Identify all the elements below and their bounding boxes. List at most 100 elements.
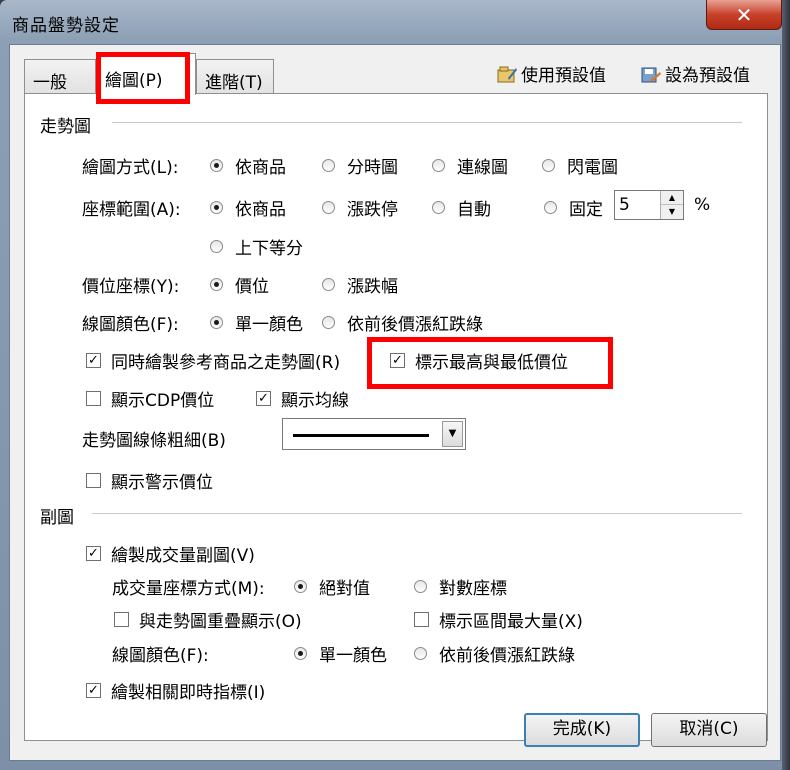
checkbox-empty-icon xyxy=(86,473,101,488)
draw-ref-checkbox[interactable]: ✓ 同時繪製參考商品之走勢圖(R) xyxy=(86,348,340,373)
radio-label: 對數座標 xyxy=(439,579,507,599)
checkmark-icon: ✓ xyxy=(86,683,101,698)
radio-dot xyxy=(542,159,555,172)
checkmark-icon: ✓ xyxy=(86,546,101,561)
draw-mode-by-product[interactable]: 依商品 xyxy=(210,153,286,178)
vol-coord-label: 成交量座標方式(M): xyxy=(112,579,265,599)
close-icon: ✕ xyxy=(735,3,753,27)
stepper-arrows: ▲ ▼ xyxy=(660,191,683,219)
coord-range-auto[interactable]: 自動 xyxy=(432,195,491,220)
radio-dot xyxy=(210,240,223,253)
price-coord-change[interactable]: 漲跌幅 xyxy=(322,272,398,297)
radio-dot xyxy=(210,159,223,172)
sub-group-divider xyxy=(92,513,742,514)
mark-max-volume-checkbox[interactable]: 標示區間最大量(X) xyxy=(414,607,583,632)
radio-dot xyxy=(322,159,335,172)
draw-mode-line[interactable]: 連線圖 xyxy=(432,153,508,178)
coord-range-limit[interactable]: 漲跌停 xyxy=(322,195,398,220)
radio-dot xyxy=(322,316,335,329)
fixed-range-stepper[interactable]: ▲ ▼ xyxy=(614,190,684,220)
vol-coord-absolute[interactable]: 絕對值 xyxy=(294,574,370,599)
checkbox-label: 顯示均線 xyxy=(281,391,349,411)
radio-dot xyxy=(294,647,307,660)
checkmark-icon: ✓ xyxy=(390,353,405,368)
chevron-down-icon[interactable]: ▼ xyxy=(442,421,463,447)
stepper-up-icon[interactable]: ▲ xyxy=(661,191,683,205)
radio-dot xyxy=(414,580,427,593)
checkbox-label: 標示最高與最低價位 xyxy=(415,353,568,373)
radio-dot xyxy=(322,278,335,291)
set-default-label: 設為預設值 xyxy=(665,66,750,86)
checkmark-icon: ✓ xyxy=(86,353,101,368)
radio-label: 分時圖 xyxy=(347,158,398,178)
line-color-updown[interactable]: 依前後價漲紅跌綠 xyxy=(322,310,483,335)
radio-label: 依前後價漲紅跌綠 xyxy=(439,646,575,666)
radio-dot xyxy=(210,201,223,214)
vol-coord-log[interactable]: 對數座標 xyxy=(414,574,507,599)
checkbox-label: 顯示CDP價位 xyxy=(111,391,215,411)
radio-label: 上下等分 xyxy=(235,239,303,259)
tab-general[interactable]: 一般(D) xyxy=(24,59,96,113)
ok-button[interactable]: 完成(K) xyxy=(524,713,640,747)
trend-group-divider xyxy=(112,122,742,123)
radio-dot xyxy=(544,201,557,214)
tab-drawing[interactable]: 繪圖(P) xyxy=(96,53,196,95)
cancel-button[interactable]: 取消(C) xyxy=(651,713,767,747)
checkbox-empty-icon xyxy=(414,612,429,627)
price-coord-price[interactable]: 價位 xyxy=(210,272,269,297)
radio-dot xyxy=(210,316,223,329)
show-avg-checkbox[interactable]: ✓ 顯示均線 xyxy=(256,386,349,411)
overlay-checkbox[interactable]: 與走勢圖重疊顯示(O) xyxy=(114,607,302,632)
mark-high-low-checkbox[interactable]: ✓ 標示最高與最低價位 xyxy=(390,348,568,373)
draw-mode-label: 繪圖方式(L): xyxy=(82,158,179,178)
radio-label: 價位 xyxy=(235,277,269,297)
line-color-single[interactable]: 單一顏色 xyxy=(210,310,303,335)
radio-label: 依商品 xyxy=(235,200,286,220)
radio-label: 連線圖 xyxy=(457,158,508,178)
checkmark-icon: ✓ xyxy=(256,391,271,406)
checkbox-label: 顯示警示價位 xyxy=(111,473,213,493)
window-title: 商品盤勢設定 xyxy=(12,16,120,36)
show-cdp-checkbox[interactable]: 顯示CDP價位 xyxy=(86,386,214,411)
show-warning-checkbox[interactable]: 顯示警示價位 xyxy=(86,468,213,493)
draw-indicator-checkbox[interactable]: ✓ 繪製相關即時指標(I) xyxy=(86,678,265,703)
checkbox-empty-icon xyxy=(114,612,129,627)
radio-label: 閃電圖 xyxy=(567,158,618,178)
use-default-button[interactable]: 使用預設值 xyxy=(496,61,606,86)
percent-unit: % xyxy=(694,195,711,215)
set-default-button[interactable]: 設為預設值 xyxy=(640,61,750,86)
line-width-select[interactable]: ▼ xyxy=(282,418,466,450)
title-bar[interactable]: 商品盤勢設定 ✕ xyxy=(0,0,790,44)
line-width-preview xyxy=(293,434,429,437)
sub-line-color-single[interactable]: 單一顏色 xyxy=(294,641,387,666)
close-button[interactable]: ✕ xyxy=(706,0,782,30)
radio-label: 依商品 xyxy=(235,158,286,178)
stepper-down-icon[interactable]: ▼ xyxy=(661,205,683,219)
radio-dot xyxy=(294,580,307,593)
radio-label: 漲跌幅 xyxy=(347,277,398,297)
coord-range-equal-split[interactable]: 上下等分 xyxy=(210,234,303,259)
radio-label: 絕對值 xyxy=(319,579,370,599)
coord-range-label: 座標範圍(A): xyxy=(82,200,181,220)
radio-dot xyxy=(432,159,445,172)
draw-mode-intraday[interactable]: 分時圖 xyxy=(322,153,398,178)
checkbox-empty-icon xyxy=(86,391,101,406)
line-color-label: 線圖顏色(F): xyxy=(82,315,179,335)
draw-volume-checkbox[interactable]: ✓ 繪製成交量副圖(V) xyxy=(86,541,255,566)
checkbox-label: 繪製成交量副圖(V) xyxy=(111,546,255,566)
coord-range-fixed[interactable]: 固定 xyxy=(544,195,603,220)
coord-range-by-product[interactable]: 依商品 xyxy=(210,195,286,220)
radio-dot xyxy=(322,201,335,214)
radio-label: 固定 xyxy=(569,200,603,220)
draw-mode-lightning[interactable]: 閃電圖 xyxy=(542,153,618,178)
fixed-range-input[interactable] xyxy=(617,193,663,217)
radio-dot xyxy=(210,278,223,291)
tab-advanced[interactable]: 進階(T) xyxy=(196,59,274,93)
dialog-window: 商品盤勢設定 ✕ 一般(D) 繪圖(P) 進階(T) 使用預設值 設為預設值 走… xyxy=(0,0,790,770)
checkbox-label: 繪製相關即時指標(I) xyxy=(111,683,266,703)
sub-line-color-label: 線圖顏色(F): xyxy=(112,646,209,666)
radio-dot xyxy=(414,647,427,660)
radio-label: 漲跌停 xyxy=(347,200,398,220)
sub-line-color-updown[interactable]: 依前後價漲紅跌綠 xyxy=(414,641,575,666)
sub-group-title: 副圖 xyxy=(40,503,82,528)
